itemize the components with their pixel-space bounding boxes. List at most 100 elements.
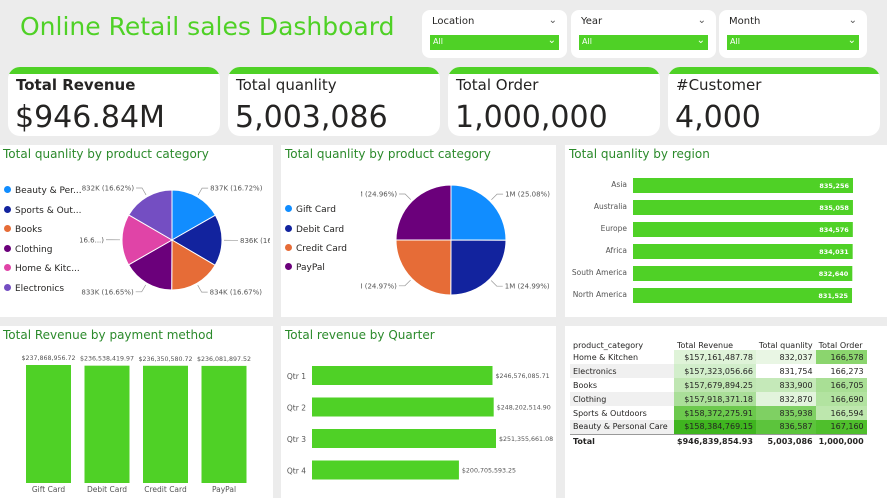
pie-slice[interactable] bbox=[450, 184, 507, 241]
bar[interactable] bbox=[312, 460, 459, 480]
table-cell: 833,900 bbox=[755, 378, 816, 392]
kpi-accent-bar bbox=[228, 67, 440, 74]
legend-item[interactable]: Debit Card bbox=[285, 225, 344, 235]
bar[interactable] bbox=[312, 429, 496, 448]
bar-data-label: 835,256 bbox=[819, 182, 849, 190]
pie-chart-payment-panel: Total quanlity by product category Gift … bbox=[281, 145, 556, 317]
pie-leader-line bbox=[399, 193, 411, 200]
chart-title: Total Revenue by payment method bbox=[3, 328, 214, 342]
chevron-down-icon[interactable]: ⌄ bbox=[549, 15, 557, 26]
legend-label: Clothing bbox=[15, 245, 53, 255]
pie-leader-line bbox=[135, 284, 147, 293]
legend-item[interactable]: Gift Card bbox=[285, 205, 336, 215]
chevron-down-icon: ⌄ bbox=[547, 35, 556, 46]
table-cell: $158,384,769.15 bbox=[674, 420, 756, 434]
legend-item[interactable]: Electronics bbox=[4, 284, 64, 294]
table-cell: 166,578 bbox=[815, 350, 867, 364]
pie-slice[interactable] bbox=[395, 239, 452, 296]
legend-item[interactable]: Home & Kitc... bbox=[4, 264, 80, 274]
bar-chart-payment[interactable]: $237,868,956.72 Gift Card $236,538,419.97 D… bbox=[0, 346, 273, 498]
legend-dot bbox=[4, 186, 11, 193]
pie-leader-line bbox=[197, 187, 209, 196]
bar-data-label: 831,525 bbox=[818, 292, 848, 300]
table-cell: 166,690 bbox=[815, 392, 867, 406]
slicer-year-dropdown[interactable]: All ⌄ bbox=[579, 35, 708, 50]
legend-dot bbox=[4, 225, 11, 232]
legend-item[interactable]: Books bbox=[4, 225, 42, 235]
legend-label: Sports & Out... bbox=[15, 206, 82, 216]
kpi-total-revenue: Total Revenue $946.84M bbox=[8, 67, 220, 136]
table-row[interactable]: Home & Kitchen $157,161,487.78 832,037 166,… bbox=[570, 350, 867, 364]
kpi-label: #Customer bbox=[676, 76, 762, 94]
pie-slice[interactable] bbox=[395, 184, 452, 241]
table-cell: 831,754 bbox=[755, 364, 816, 378]
chevron-down-icon[interactable]: ⌄ bbox=[849, 15, 857, 26]
axis-tick-label: Qtr 2 bbox=[287, 404, 306, 413]
legend-item[interactable]: Clothing bbox=[4, 245, 52, 255]
legend-dot bbox=[285, 225, 292, 232]
bar-data-label: $236,350,580.72 bbox=[138, 356, 192, 363]
matrix-header: product_category Total Revenue Total qua… bbox=[570, 330, 867, 350]
table-row[interactable]: Books $157,679,894.25 833,900 166,705 bbox=[570, 378, 867, 392]
kpi-accent-bar bbox=[668, 67, 880, 74]
table-row[interactable]: Electronics $157,323,056.66 831,754 166,273 bbox=[570, 364, 867, 378]
legend-item[interactable]: Beauty & Per... bbox=[4, 186, 82, 196]
axis-tick-label: Debit Card bbox=[87, 485, 127, 494]
legend-item[interactable]: PayPal bbox=[285, 263, 325, 273]
bar[interactable] bbox=[312, 366, 493, 385]
table-cell: Beauty & Personal Care bbox=[570, 420, 674, 434]
slicer-year[interactable]: Year ⌄ All ⌄ bbox=[571, 10, 716, 58]
bar-data-label: $200,705,593.25 bbox=[462, 468, 516, 475]
bar-data-label: 835,058 bbox=[819, 204, 849, 212]
slicer-location[interactable]: Location ⌄ All ⌄ bbox=[422, 10, 567, 58]
kpi-label: Total Revenue bbox=[16, 76, 136, 94]
axis-tick-label: Europe bbox=[601, 224, 628, 233]
column-header[interactable]: product_category bbox=[570, 330, 674, 350]
chart-title: Total quanlity by product category bbox=[3, 147, 209, 161]
chevron-down-icon: ⌄ bbox=[696, 35, 705, 46]
kpi-label: Total quanlity bbox=[236, 76, 337, 94]
table-row[interactable]: Sports & Outdoors $158,372,275.91 835,938 1… bbox=[570, 406, 867, 420]
slicer-month-dropdown[interactable]: All ⌄ bbox=[727, 35, 859, 50]
kpi-customer: #Customer 4,000 bbox=[668, 67, 880, 136]
bar-chart-region-panel: Total quanlity by region Asia 835,256 Aust… bbox=[565, 145, 887, 317]
pie-slice[interactable] bbox=[450, 239, 507, 296]
table-cell: 166,705 bbox=[815, 378, 867, 392]
pie-chart-category[interactable]: 837K (16.72%) 836K (16.7...) 834K (16.67%)… bbox=[80, 167, 270, 317]
slicer-location-dropdown[interactable]: All ⌄ bbox=[430, 35, 559, 50]
chevron-down-icon[interactable]: ⌄ bbox=[698, 15, 706, 26]
column-header[interactable]: Total Order bbox=[816, 330, 867, 350]
table-cell: 832,037 bbox=[755, 350, 816, 364]
bar[interactable] bbox=[312, 397, 494, 417]
axis-tick-label: Asia bbox=[611, 180, 627, 189]
pie-data-label: 837K (16.72%) bbox=[210, 185, 263, 193]
table-row[interactable]: Beauty & Personal Care $158,384,769.15 836… bbox=[570, 420, 867, 434]
pie-data-label: 1M (24.99%) bbox=[505, 283, 550, 291]
bar-chart-region[interactable]: Asia 835,256 Australia 835,058 Europe 834,576… bbox=[565, 167, 887, 317]
bar-chart-quarter[interactable]: Qtr 1 $246,576,085.71 Qtr 2 $248,202,514.90… bbox=[281, 346, 556, 498]
bar[interactable] bbox=[84, 365, 130, 483]
legend-item[interactable]: Sports & Out... bbox=[4, 206, 82, 216]
bar[interactable] bbox=[26, 365, 71, 483]
bar[interactable] bbox=[201, 365, 247, 483]
pie-data-label: 833K (16.65%) bbox=[81, 288, 134, 296]
table-cell: Sports & Outdoors bbox=[570, 406, 674, 420]
table-cell: Home & Kitchen bbox=[570, 350, 674, 364]
column-header[interactable]: Total quanlity bbox=[756, 330, 816, 350]
legend-dot bbox=[285, 263, 292, 270]
dashboard-title: Online Retail sales Dashboard bbox=[20, 12, 395, 41]
bar[interactable] bbox=[143, 365, 188, 483]
table-cell: 832,870 bbox=[755, 392, 816, 406]
kpi-value: $946.84M bbox=[15, 100, 165, 135]
legend-dot bbox=[285, 205, 292, 212]
column-header[interactable]: Total Revenue bbox=[674, 330, 756, 350]
chart-title: Total revenue by Quarter bbox=[285, 328, 435, 342]
legend-item[interactable]: Credit Card bbox=[285, 244, 347, 254]
pie-chart-payment[interactable]: 1M (25.08%) 1M (24.99%) 1M (24.97%) 1M (24.… bbox=[361, 167, 551, 317]
pie-leader-line bbox=[490, 280, 503, 287]
axis-tick-label: Qtr 3 bbox=[287, 435, 306, 444]
table-row[interactable]: Clothing $157,918,371.18 832,870 166,690 bbox=[570, 392, 867, 406]
slicer-month[interactable]: Month ⌄ All ⌄ bbox=[719, 10, 867, 58]
kpi-total-quantity: Total quanlity 5,003,086 bbox=[228, 67, 440, 136]
table-cell: Clothing bbox=[570, 392, 674, 406]
